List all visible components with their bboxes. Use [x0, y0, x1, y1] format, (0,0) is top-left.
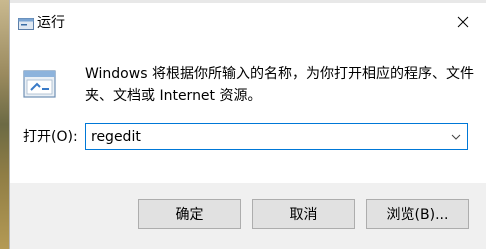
browse-button[interactable]: 浏览(B)... — [366, 199, 469, 229]
open-input[interactable] — [91, 126, 431, 147]
open-combobox[interactable] — [85, 123, 468, 150]
cancel-button[interactable]: 取消 — [252, 199, 355, 229]
open-label: 打开(O): — [23, 129, 78, 145]
desktop-background — [0, 0, 9, 249]
chevron-down-icon[interactable] — [446, 125, 466, 148]
run-app-icon — [23, 68, 57, 100]
window-title: 运行 — [37, 15, 65, 31]
run-description: Windows 将根据你所输入的名称，为你打开相应的程序、文件夹、文档或 Int… — [85, 66, 474, 104]
button-bar: 确定 取消 浏览(B)... — [10, 183, 486, 249]
run-app-icon — [18, 16, 34, 30]
close-icon — [457, 16, 469, 28]
title-bar: 运行 — [10, 3, 486, 41]
close-button[interactable] — [440, 3, 486, 41]
ok-button[interactable]: 确定 — [138, 199, 241, 229]
run-dialog: 运行 Windows 将根据你所输入的名称，为你打开相应的程序、文件夹、文档或 … — [9, 0, 486, 249]
